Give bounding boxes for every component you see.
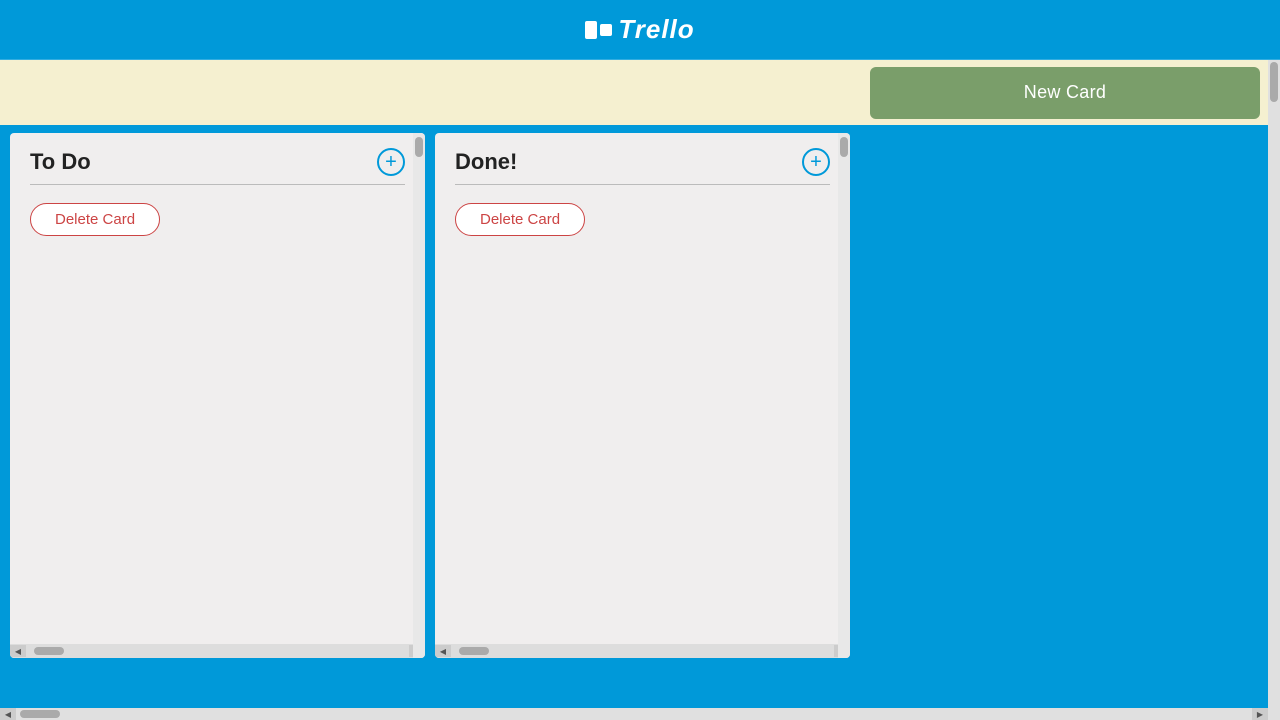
column-todo-inner: To Do + Delete Card	[10, 133, 425, 644]
column-done-divider	[455, 184, 830, 185]
column-done-scroll-left[interactable]: ◀	[435, 645, 451, 657]
main-scroll-left[interactable]: ◀	[0, 708, 16, 720]
column-todo-vscrollbar[interactable]	[413, 133, 425, 658]
trello-icon	[585, 21, 612, 39]
column-todo: To Do + Delete Card ◀ ▶	[10, 133, 425, 658]
column-todo-vscrollbar-thumb	[415, 137, 423, 157]
column-done-title: Done!	[455, 149, 517, 175]
new-card-button[interactable]: New Card	[870, 67, 1260, 119]
trello-icon-right	[600, 24, 612, 36]
column-todo-title: To Do	[30, 149, 91, 175]
main-hscrollbar-thumb	[20, 710, 60, 718]
trello-logo: Trello	[585, 14, 694, 45]
trello-logo-text: Trello	[618, 14, 694, 45]
column-todo-divider	[30, 184, 405, 185]
main-vscrollbar-thumb	[1270, 62, 1278, 102]
column-done-vscrollbar[interactable]	[838, 133, 850, 658]
toolbar: New Card	[0, 60, 1280, 125]
column-todo-delete-button[interactable]: Delete Card	[30, 203, 160, 236]
column-done-header: Done! +	[455, 148, 830, 176]
column-todo-scroll-left[interactable]: ◀	[10, 645, 26, 657]
column-done-hscrollbar-thumb	[459, 647, 489, 655]
column-todo-header: To Do +	[30, 148, 405, 176]
main-scroll-right[interactable]: ▶	[1252, 708, 1268, 720]
column-todo-add-icon[interactable]: +	[377, 148, 405, 176]
main-vscrollbar[interactable]	[1268, 60, 1280, 720]
header: Trello	[0, 0, 1280, 60]
column-done-vscrollbar-thumb	[840, 137, 848, 157]
column-done-hscrollbar[interactable]: ◀ ▶	[435, 644, 850, 658]
column-done-inner: Done! + Delete Card	[435, 133, 850, 644]
column-todo-hscrollbar-thumb	[34, 647, 64, 655]
trello-icon-left	[585, 21, 597, 39]
column-done: Done! + Delete Card ◀ ▶	[435, 133, 850, 658]
column-done-add-icon[interactable]: +	[802, 148, 830, 176]
main-hscrollbar[interactable]: ◀ ▶	[0, 708, 1268, 720]
board: To Do + Delete Card ◀ ▶ Done! + Delete C…	[0, 125, 1280, 720]
column-todo-hscrollbar[interactable]: ◀ ▶	[10, 644, 425, 658]
column-done-delete-button[interactable]: Delete Card	[455, 203, 585, 236]
